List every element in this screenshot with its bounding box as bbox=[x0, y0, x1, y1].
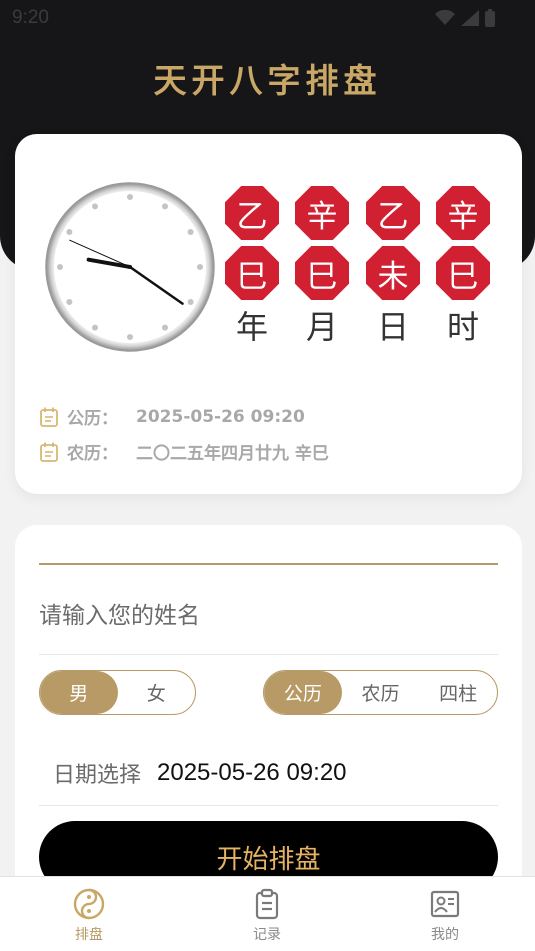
solar-date-value: 2025-05-26 09:20 bbox=[136, 406, 305, 427]
calendar-option-four-pillars[interactable]: 四柱 bbox=[419, 671, 497, 714]
clock-tick bbox=[162, 324, 168, 331]
pillar-stem: 乙 bbox=[225, 186, 279, 240]
nav-item-paipan[interactable]: 排盘 bbox=[0, 877, 178, 951]
clock-tick bbox=[127, 334, 133, 340]
nav-label-mine: 我的 bbox=[431, 927, 459, 943]
pillar-branch: 未 bbox=[366, 246, 420, 300]
gender-option-male[interactable]: 男 bbox=[40, 671, 118, 714]
nav-item-mine[interactable]: 我的 bbox=[356, 877, 534, 951]
pillar-stem: 辛 bbox=[436, 186, 490, 240]
wifi-icon bbox=[435, 10, 455, 25]
date-picker-value: 2025-05-26 09:20 bbox=[157, 758, 347, 786]
app-title: 天开八字排盘 bbox=[153, 61, 382, 100]
pillar-label: 时 bbox=[446, 308, 479, 346]
nav-item-records[interactable]: 记录 bbox=[178, 877, 356, 951]
status-bar: 9:20 bbox=[0, 0, 535, 36]
pillar-label: 年 bbox=[235, 308, 268, 346]
clock-tick bbox=[66, 229, 73, 235]
solar-date-row: 公历： 2025-05-26 09:20 bbox=[39, 404, 305, 429]
date-picker-field[interactable]: 日期选择 2025-05-26 09:20 bbox=[39, 740, 498, 806]
lunar-date-label: 农历： bbox=[67, 444, 118, 464]
status-time: 9:20 bbox=[12, 7, 49, 28]
pillar-label: 日 bbox=[376, 308, 409, 346]
pillar-branch: 巳 bbox=[295, 246, 349, 300]
clipboard-icon bbox=[255, 888, 279, 920]
yin-yang-icon bbox=[73, 888, 105, 920]
name-input[interactable] bbox=[39, 591, 498, 655]
gender-option-female[interactable]: 女 bbox=[118, 671, 196, 714]
calendar-option-solar[interactable]: 公历 bbox=[264, 671, 342, 714]
calendar-option-lunar[interactable]: 农历 bbox=[342, 671, 420, 714]
battery-icon bbox=[485, 9, 495, 27]
clock-tick bbox=[187, 299, 194, 305]
clock-tick bbox=[92, 324, 98, 331]
clock-tick bbox=[162, 203, 168, 210]
solar-date-label: 公历： bbox=[67, 409, 118, 429]
clock-tick bbox=[187, 229, 194, 235]
analog-clock bbox=[45, 182, 215, 352]
pillar-stem: 辛 bbox=[295, 186, 349, 240]
profile-card-icon bbox=[430, 890, 460, 918]
clock-tick bbox=[197, 264, 203, 270]
lunar-date-value: 二〇二五年四月廿九 辛巳 bbox=[136, 444, 329, 464]
input-form-card: 男 女 公历 农历 四柱 日期选择 2025-05-26 09:20 开始排盘 bbox=[15, 525, 522, 905]
clock-tick bbox=[66, 299, 73, 305]
pillar-branch: 巳 bbox=[225, 246, 279, 300]
lunar-date-row: 农历： 二〇二五年四月廿九 辛巳 bbox=[39, 439, 329, 464]
clock-tick bbox=[127, 194, 133, 200]
bazi-summary-card: 乙 巳 年 辛 巳 月 乙 未 日 辛 巳 时 公历： 2025-05-26 0… bbox=[15, 134, 522, 494]
pillar-stem: 乙 bbox=[366, 186, 420, 240]
calendar-type-toggle: 公历 农历 四柱 bbox=[263, 670, 498, 715]
clock-tick bbox=[92, 203, 98, 210]
gold-divider bbox=[39, 563, 498, 565]
pillar-branch: 巳 bbox=[436, 246, 490, 300]
pillar-label: 月 bbox=[305, 308, 338, 346]
bottom-navigation: 排盘 记录 我的 bbox=[0, 876, 535, 951]
status-icons bbox=[435, 9, 495, 27]
calendar-icon bbox=[40, 407, 58, 427]
nav-label-records: 记录 bbox=[253, 927, 281, 943]
gender-toggle: 男 女 bbox=[39, 670, 196, 715]
clock-tick bbox=[57, 264, 63, 270]
signal-icon bbox=[461, 10, 479, 26]
date-picker-label: 日期选择 bbox=[53, 762, 142, 788]
calendar-icon bbox=[40, 442, 58, 462]
nav-label-paipan: 排盘 bbox=[75, 927, 103, 943]
